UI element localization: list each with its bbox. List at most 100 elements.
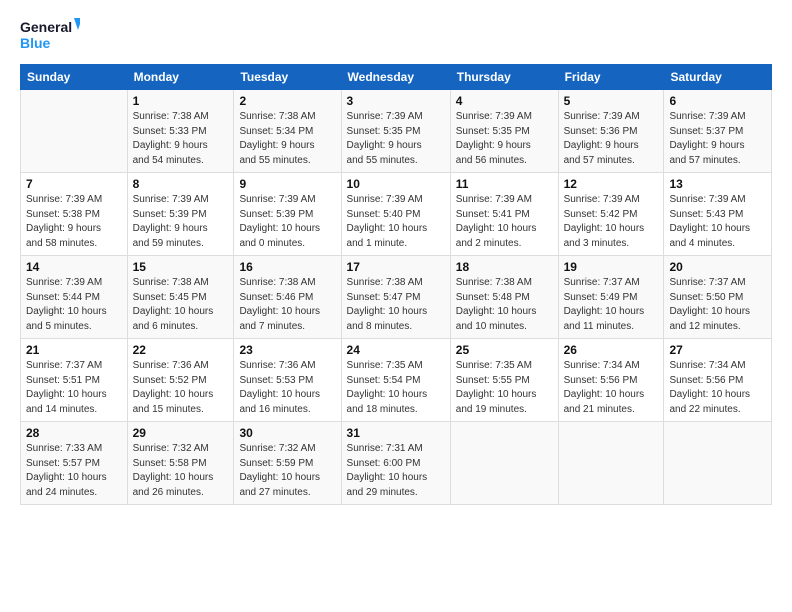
day-number: 29 [133,426,229,440]
day-info: Sunrise: 7:39 AM Sunset: 5:43 PM Dayligh… [669,193,766,251]
calendar-cell: 22 Sunrise: 7:36 AM Sunset: 5:52 PM Dayli… [127,339,234,422]
svg-text:General: General [20,19,72,35]
day-number: 20 [669,260,766,274]
weekday-header-saturday: Saturday [664,65,772,90]
calendar-cell [664,422,772,505]
day-number: 8 [133,177,229,191]
calendar-cell: 14 Sunrise: 7:39 AM Sunset: 5:44 PM Dayli… [21,256,128,339]
calendar-cell: 13 Sunrise: 7:39 AM Sunset: 5:43 PM Dayli… [664,173,772,256]
calendar-cell [558,422,664,505]
day-info: Sunrise: 7:39 AM Sunset: 5:36 PM Dayligh… [564,110,659,168]
day-number: 10 [347,177,445,191]
calendar-cell: 27Sunrise: 7:34 AM Sunset: 5:56 PM Dayli… [664,339,772,422]
day-number: 14 [26,260,122,274]
calendar-cell: 29 Sunrise: 7:32 AM Sunset: 5:58 PM Dayli… [127,422,234,505]
calendar-cell: 15 Sunrise: 7:38 AM Sunset: 5:45 PM Dayli… [127,256,234,339]
day-info: Sunrise: 7:32 AM Sunset: 5:58 PM Dayligh… [133,442,229,500]
day-info: Sunrise: 7:34 AM Sunset: 5:56 PM Dayligh… [564,359,659,417]
day-number: 19 [564,260,659,274]
calendar-cell: 23 Sunrise: 7:36 AM Sunset: 5:53 PM Dayli… [234,339,341,422]
day-number: 21 [26,343,122,357]
calendar-cell: 24 Sunrise: 7:35 AM Sunset: 5:54 PM Dayli… [341,339,450,422]
day-number: 11 [456,177,553,191]
day-info: Sunrise: 7:38 AM Sunset: 5:47 PM Dayligh… [347,276,445,334]
calendar-row: 28 Sunrise: 7:33 AM Sunset: 5:57 PM Dayli… [21,422,772,505]
calendar-cell: 3 Sunrise: 7:39 AM Sunset: 5:35 PM Daylig… [341,90,450,173]
day-number: 5 [564,94,659,108]
weekday-header-sunday: Sunday [21,65,128,90]
day-info: Sunrise: 7:37 AM Sunset: 5:50 PM Dayligh… [669,276,766,334]
day-info: Sunrise: 7:39 AM Sunset: 5:35 PM Dayligh… [347,110,445,168]
day-info: Sunrise: 7:31 AM Sunset: 6:00 PM Dayligh… [347,442,445,500]
day-info: Sunrise: 7:38 AM Sunset: 5:34 PM Dayligh… [239,110,335,168]
day-info: Sunrise: 7:35 AM Sunset: 5:55 PM Dayligh… [456,359,553,417]
calendar-cell: 16Sunrise: 7:38 AM Sunset: 5:46 PM Dayli… [234,256,341,339]
day-info: Sunrise: 7:35 AM Sunset: 5:54 PM Dayligh… [347,359,445,417]
day-number: 24 [347,343,445,357]
calendar-table: SundayMondayTuesdayWednesdayThursdayFrid… [20,64,772,505]
calendar-cell: 18Sunrise: 7:38 AM Sunset: 5:48 PM Dayli… [450,256,558,339]
calendar-cell: 28 Sunrise: 7:33 AM Sunset: 5:57 PM Dayli… [21,422,128,505]
calendar-cell: 19 Sunrise: 7:37 AM Sunset: 5:49 PM Dayli… [558,256,664,339]
day-info: Sunrise: 7:38 AM Sunset: 5:45 PM Dayligh… [133,276,229,334]
day-number: 25 [456,343,553,357]
day-info: Sunrise: 7:39 AM Sunset: 5:40 PM Dayligh… [347,193,445,251]
weekday-header-thursday: Thursday [450,65,558,90]
day-number: 15 [133,260,229,274]
calendar-cell: 20 Sunrise: 7:37 AM Sunset: 5:50 PM Dayli… [664,256,772,339]
day-number: 30 [239,426,335,440]
calendar-cell: 7 Sunrise: 7:39 AM Sunset: 5:38 PM Daylig… [21,173,128,256]
day-info: Sunrise: 7:36 AM Sunset: 5:53 PM Dayligh… [239,359,335,417]
calendar-cell: 21 Sunrise: 7:37 AM Sunset: 5:51 PM Dayli… [21,339,128,422]
day-number: 9 [239,177,335,191]
day-number: 6 [669,94,766,108]
day-number: 1 [133,94,229,108]
day-number: 3 [347,94,445,108]
day-info: Sunrise: 7:36 AM Sunset: 5:52 PM Dayligh… [133,359,229,417]
calendar-cell: 11 Sunrise: 7:39 AM Sunset: 5:41 PM Dayli… [450,173,558,256]
day-number: 2 [239,94,335,108]
calendar-cell: 12Sunrise: 7:39 AM Sunset: 5:42 PM Dayli… [558,173,664,256]
weekday-header-wednesday: Wednesday [341,65,450,90]
day-info: Sunrise: 7:39 AM Sunset: 5:39 PM Dayligh… [133,193,229,251]
weekday-header-row: SundayMondayTuesdayWednesdayThursdayFrid… [21,65,772,90]
calendar-cell [21,90,128,173]
header: General Blue [20,16,772,54]
calendar-cell: 31 Sunrise: 7:31 AM Sunset: 6:00 PM Dayli… [341,422,450,505]
day-info: Sunrise: 7:39 AM Sunset: 5:38 PM Dayligh… [26,193,122,251]
calendar-row: 21 Sunrise: 7:37 AM Sunset: 5:51 PM Dayli… [21,339,772,422]
weekday-header-friday: Friday [558,65,664,90]
day-info: Sunrise: 7:37 AM Sunset: 5:51 PM Dayligh… [26,359,122,417]
weekday-header-tuesday: Tuesday [234,65,341,90]
day-number: 12 [564,177,659,191]
day-number: 7 [26,177,122,191]
calendar-row: 14 Sunrise: 7:39 AM Sunset: 5:44 PM Dayli… [21,256,772,339]
calendar-cell: 6Sunrise: 7:39 AM Sunset: 5:37 PM Daylig… [664,90,772,173]
calendar-cell: 5 Sunrise: 7:39 AM Sunset: 5:36 PM Daylig… [558,90,664,173]
day-info: Sunrise: 7:37 AM Sunset: 5:49 PM Dayligh… [564,276,659,334]
day-number: 22 [133,343,229,357]
day-number: 27 [669,343,766,357]
day-number: 13 [669,177,766,191]
calendar-cell: 9Sunrise: 7:39 AM Sunset: 5:39 PM Daylig… [234,173,341,256]
calendar-row: 7 Sunrise: 7:39 AM Sunset: 5:38 PM Daylig… [21,173,772,256]
page: General Blue SundayMondayTuesdayWednesda… [0,0,792,612]
day-number: 31 [347,426,445,440]
day-info: Sunrise: 7:39 AM Sunset: 5:44 PM Dayligh… [26,276,122,334]
day-number: 23 [239,343,335,357]
day-number: 16 [239,260,335,274]
day-info: Sunrise: 7:32 AM Sunset: 5:59 PM Dayligh… [239,442,335,500]
svg-text:Blue: Blue [20,35,51,51]
day-info: Sunrise: 7:33 AM Sunset: 5:57 PM Dayligh… [26,442,122,500]
day-info: Sunrise: 7:39 AM Sunset: 5:35 PM Dayligh… [456,110,553,168]
calendar-cell: 17 Sunrise: 7:38 AM Sunset: 5:47 PM Dayli… [341,256,450,339]
calendar-row: 1 Sunrise: 7:38 AM Sunset: 5:33 PM Daylig… [21,90,772,173]
logo: General Blue [20,16,80,54]
calendar-cell: 4 Sunrise: 7:39 AM Sunset: 5:35 PM Daylig… [450,90,558,173]
day-number: 4 [456,94,553,108]
day-number: 17 [347,260,445,274]
day-info: Sunrise: 7:39 AM Sunset: 5:41 PM Dayligh… [456,193,553,251]
day-number: 26 [564,343,659,357]
day-number: 28 [26,426,122,440]
day-info: Sunrise: 7:38 AM Sunset: 5:33 PM Dayligh… [133,110,229,168]
